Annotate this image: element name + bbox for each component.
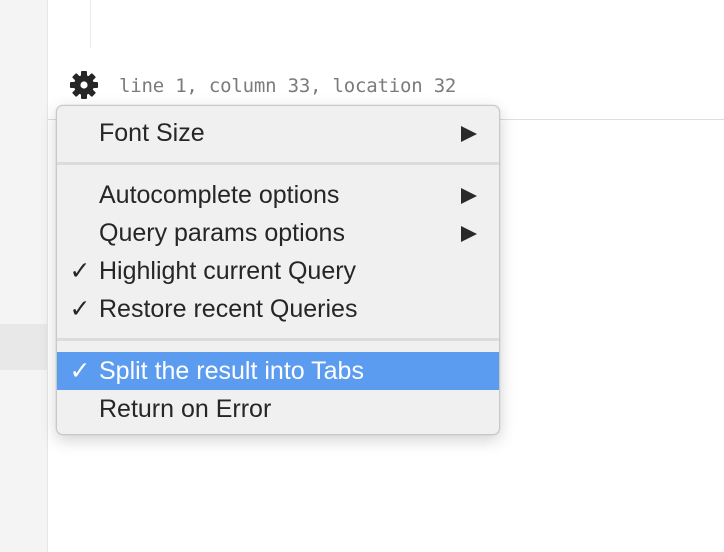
submenu-arrow-icon [461,126,477,142]
menu-item-label: Highlight current Query [99,257,357,285]
checkmark-icon: ✓ [69,356,91,385]
menu-item-font-size[interactable]: Font Size [57,114,499,152]
menu-item-split-result-into-tabs[interactable]: ✓ Split the result into Tabs [57,352,499,390]
menu-item-label: Query params options [99,219,345,247]
menu-separator [57,338,499,341]
gear-icon[interactable] [69,70,99,100]
menu-item-label: Split the result into Tabs [99,357,364,385]
cursor-position-text: line 1, column 33, location 32 [119,75,457,97]
menu-item-query-params-options[interactable]: Query params options [57,214,499,252]
menu-separator [57,162,499,165]
menu-item-label: Autocomplete options [99,181,340,209]
gutter-current-line [0,324,47,370]
editor-divider [90,0,91,48]
menu-item-autocomplete-options[interactable]: Autocomplete options [57,176,499,214]
menu-item-label: Restore recent Queries [99,295,358,323]
menu-item-highlight-current-query[interactable]: ✓ Highlight current Query [57,252,499,290]
checkmark-icon: ✓ [69,256,91,285]
menu-item-label: Return on Error [99,395,272,423]
menu-item-return-on-error[interactable]: Return on Error [57,390,499,428]
submenu-arrow-icon [461,226,477,242]
settings-menu: Font Size Autocomplete options Query par… [56,105,500,435]
menu-item-label: Font Size [99,119,205,147]
menu-item-restore-recent-queries[interactable]: ✓ Restore recent Queries [57,290,499,328]
checkmark-icon: ✓ [69,294,91,323]
submenu-arrow-icon [461,188,477,204]
editor-gutter [0,0,48,552]
